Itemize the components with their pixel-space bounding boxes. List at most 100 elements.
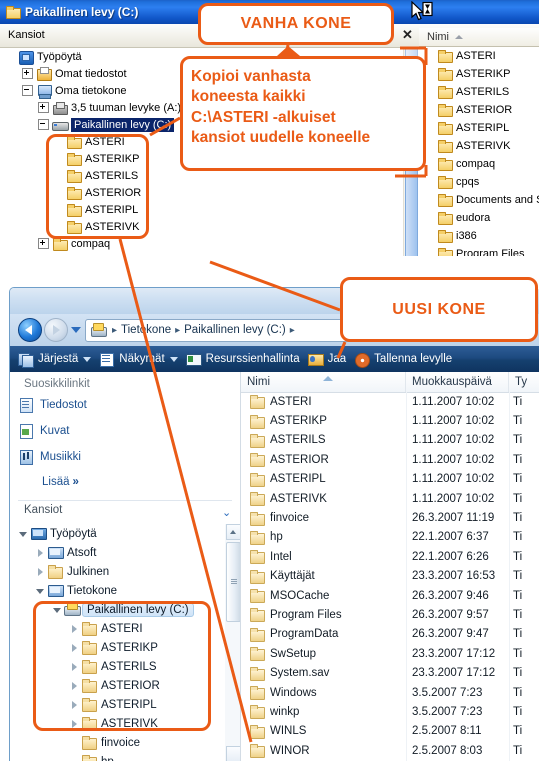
old-tree-item-compaq[interactable]: compaq	[38, 235, 110, 252]
collapse-minus-icon[interactable]	[38, 119, 49, 130]
table-row[interactable]: Intel 22.1.2007 6:26 Ti	[241, 547, 539, 566]
new-tree-item-asterivk[interactable]: ASTERIVK	[69, 714, 158, 733]
new-tree-item-asterikp[interactable]: ASTERIKP	[69, 638, 158, 657]
triangle-down-icon[interactable]	[35, 586, 45, 596]
forward-button[interactable]	[44, 318, 68, 342]
triangle-down-icon[interactable]	[18, 529, 28, 539]
column-header-type[interactable]: Ty	[509, 372, 539, 392]
scrollbar-thumb[interactable]	[226, 542, 240, 622]
breadcrumb-item-local-disk[interactable]: Paikallinen levy (C:)	[184, 324, 286, 336]
table-row[interactable]: ASTERIKP 1.11.2007 10:02 Ti	[241, 411, 539, 430]
table-row[interactable]: Käyttäjät 23.3.2007 16:53 Ti	[241, 567, 539, 586]
table-row[interactable]: MSOCache 26.3.2007 9:46 Ti	[241, 586, 539, 605]
old-tree-item-asterils[interactable]: ASTERILS	[54, 167, 138, 184]
new-tree-item-hp[interactable]: hp	[69, 752, 114, 761]
chevron-up-icon[interactable]: ⌄	[222, 506, 231, 519]
old-list-item[interactable]: eudora	[419, 209, 539, 227]
table-row[interactable]: ASTERIVK 1.11.2007 10:02 Ti	[241, 489, 539, 508]
scrollbar-thumb[interactable]	[405, 152, 418, 256]
expand-plus-icon[interactable]	[38, 102, 49, 113]
file-list-pane[interactable]: Nimi Muokkauspäivä Ty ASTERI 1.11.2007 10…	[241, 372, 539, 761]
new-tree-item-asterior[interactable]: ASTERIOR	[69, 676, 160, 695]
new-tree-item-ty-p-yt[interactable]: Työpöytä	[18, 524, 97, 543]
file-list-rows[interactable]: ASTERI 1.11.2007 10:02 Ti ASTERIKP 1.11.2007…	[241, 392, 539, 760]
table-row[interactable]: ProgramData 26.3.2007 9:47 Ti	[241, 625, 539, 644]
breadcrumb-item-computer[interactable]: Tietokone	[121, 324, 171, 336]
old-list-item[interactable]: i386	[419, 227, 539, 245]
old-tree-item-ty-p-yt[interactable]: Työpöytä	[6, 48, 82, 65]
column-header-name[interactable]: Nimi	[241, 372, 406, 392]
table-row[interactable]: Program Files 26.3.2007 9:57 Ti	[241, 605, 539, 624]
table-row[interactable]: ASTERIOR 1.11.2007 10:02 Ti	[241, 450, 539, 469]
old-tree-item-oma-tietokone[interactable]: Oma tietokone	[22, 82, 127, 99]
table-row[interactable]: System.sav 23.3.2007 17:12 Ti	[241, 663, 539, 682]
favorite-link-pictures[interactable]: Kuvat	[18, 420, 69, 442]
triangle-right-icon[interactable]	[69, 662, 79, 672]
triangle-right-icon[interactable]	[69, 719, 79, 729]
new-tree-item-tietokone[interactable]: Tietokone	[35, 581, 117, 600]
toolbar-button-burn[interactable]: Tallenna levylle	[354, 352, 452, 368]
back-button[interactable]	[18, 318, 42, 342]
triangle-down-icon[interactable]	[52, 605, 62, 615]
table-row[interactable]: hp 22.1.2007 6:37 Ti	[241, 528, 539, 547]
expand-plus-icon[interactable]	[22, 68, 33, 79]
table-row[interactable]: finvoice 26.3.2007 11:19 Ti	[241, 508, 539, 527]
expand-plus-icon[interactable]	[38, 238, 49, 249]
triangle-right-icon[interactable]	[35, 567, 45, 577]
triangle-right-icon[interactable]	[69, 681, 79, 691]
new-tree-item-finvoice[interactable]: finvoice	[69, 733, 140, 752]
new-tree-item-asteri[interactable]: ASTERI	[69, 619, 143, 638]
table-row[interactable]: winkp 3.5.2007 7:23 Ti	[241, 702, 539, 721]
new-tree-item-julkinen[interactable]: Julkinen	[35, 562, 109, 581]
old-tree-item-asterivk[interactable]: ASTERIVK	[54, 218, 139, 235]
folders-section-title[interactable]: Kansiot	[24, 504, 62, 516]
table-row[interactable]: ASTERIPL 1.11.2007 10:02 Ti	[241, 470, 539, 489]
table-row[interactable]: ASTERI 1.11.2007 10:02 Ti	[241, 392, 539, 411]
table-row[interactable]: WINOR 2.5.2007 8:03 Ti	[241, 741, 539, 760]
toolbar-button-views[interactable]: Näkymät	[99, 352, 178, 367]
old-list-item[interactable]: Program Files	[419, 245, 539, 256]
old-list-item[interactable]: compaq	[419, 155, 539, 173]
old-list-item[interactable]: ASTERI	[419, 47, 539, 65]
new-tree-item-paikallinen-levy-c[interactable]: Paikallinen levy (C:)	[52, 600, 194, 619]
recent-pages-chevron-down-icon[interactable]	[71, 327, 81, 333]
old-list-item[interactable]: ASTERIVK	[419, 137, 539, 155]
scroll-down-button[interactable]	[226, 746, 240, 761]
old-file-list[interactable]: ASTERI ASTERIKP ASTERILS ASTERIOR ASTERIPL AS…	[419, 47, 539, 256]
toolbar-button-share[interactable]: Jaa	[307, 352, 346, 367]
old-list-item[interactable]: ASTERIOR	[419, 101, 539, 119]
old-list-item[interactable]: ASTERIPL	[419, 119, 539, 137]
chevron-down-icon[interactable]	[83, 356, 92, 362]
favorite-link-documents[interactable]: Tiedostot	[18, 394, 87, 416]
old-list-column-header-name[interactable]: Nimi	[419, 28, 539, 47]
old-list-scrollbar[interactable]	[403, 48, 418, 256]
scroll-up-button[interactable]	[226, 524, 240, 540]
address-bar[interactable]: ▸ Tietokone ▸ Paikallinen levy (C:) ▸	[85, 318, 532, 342]
old-list-item[interactable]: ASTERIKP	[419, 65, 539, 83]
collapse-minus-icon[interactable]	[22, 85, 33, 96]
table-row[interactable]: ASTERILS 1.11.2007 10:02 Ti	[241, 431, 539, 450]
favorite-link-music[interactable]: Musiikki	[18, 446, 81, 468]
chevron-down-icon[interactable]	[169, 356, 178, 362]
old-tree-item-omat-tiedostot[interactable]: Omat tiedostot	[22, 65, 127, 82]
new-tree-item-atsoft[interactable]: Atsoft	[35, 543, 96, 562]
old-list-item[interactable]: cpqs	[419, 173, 539, 191]
new-tree-item-asterils[interactable]: ASTERILS	[69, 657, 157, 676]
table-row[interactable]: Windows 3.5.2007 7:23 Ti	[241, 683, 539, 702]
folder-tree-scrollbar[interactable]	[225, 524, 240, 761]
old-tree-item-3-5-tuuman-levyke-a[interactable]: 3,5 tuuman levyke (A:)	[38, 99, 181, 116]
new-tree-item-asteripl[interactable]: ASTERIPL	[69, 695, 157, 714]
toolbar-button-explorer[interactable]: Resurssienhallinta	[185, 352, 300, 367]
old-tree-item-asteri[interactable]: ASTERI	[54, 133, 125, 150]
new-folder-tree[interactable]: Työpöytä Atsoft Julkinen Tietokone Paikallin…	[10, 524, 225, 761]
toolbar-button-organize[interactable]: Järjestä	[18, 352, 92, 368]
old-folder-tree[interactable]: Työpöytä Omat tiedostot Oma tietokone 3,5 t…	[0, 48, 397, 256]
old-tree-item-paikallinen-levy-c[interactable]: Paikallinen levy (C:)	[38, 116, 175, 133]
triangle-right-icon[interactable]	[35, 548, 45, 558]
triangle-right-icon[interactable]	[69, 700, 79, 710]
old-tree-item-asterikp[interactable]: ASTERIKP	[54, 150, 139, 167]
old-tree-item-asteripl[interactable]: ASTERIPL	[54, 201, 138, 218]
triangle-right-icon[interactable]	[69, 643, 79, 653]
table-row[interactable]: WINLS 2.5.2007 8:11 Ti	[241, 722, 539, 741]
favorite-links-more-button[interactable]: Lisää»	[42, 476, 79, 488]
